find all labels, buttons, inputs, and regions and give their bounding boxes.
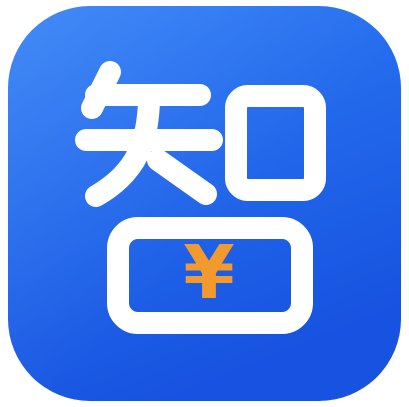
yen-symbol-icon: ¥ [183, 230, 235, 316]
app-icon[interactable]: ¥ [0, 0, 409, 407]
app-icon-graphic: ¥ [8, 6, 401, 401]
